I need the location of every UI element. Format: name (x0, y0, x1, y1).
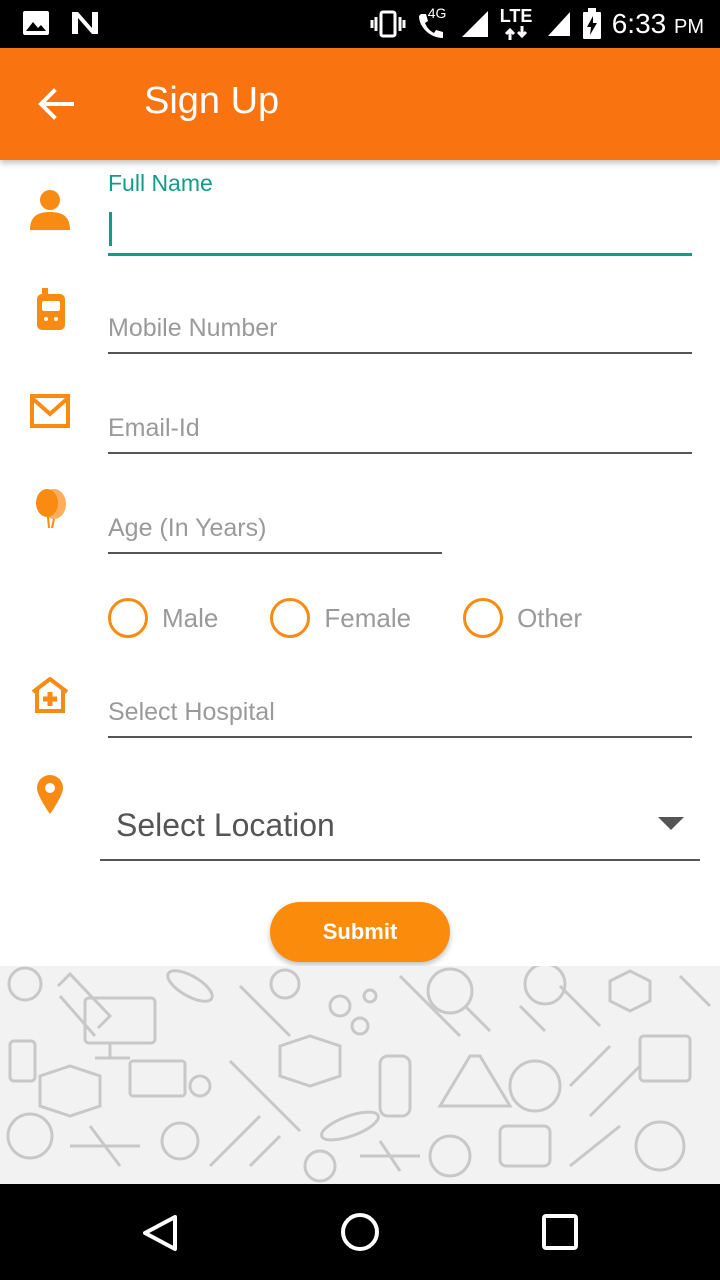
age-input[interactable] (108, 504, 442, 554)
gender-option-female[interactable]: Female (270, 598, 411, 638)
back-triangle-icon[interactable] (142, 1214, 178, 1252)
gender-option-male[interactable]: Male (108, 598, 218, 638)
location-select[interactable]: Select Location (100, 795, 700, 861)
gender-radio-group: Male Female Other (108, 598, 634, 638)
dropdown-arrow-icon (658, 817, 684, 830)
radio-label: Other (517, 602, 583, 633)
status-time: 6:33 PM (612, 8, 704, 40)
n-notification-icon (72, 12, 98, 34)
call-4g-icon: 4G (416, 5, 450, 41)
text-cursor (109, 212, 112, 246)
radio-button[interactable] (270, 598, 311, 638)
status-time-value: 6:33 (611, 8, 667, 39)
back-arrow-icon[interactable] (36, 84, 76, 124)
decorative-medical-pattern (0, 966, 720, 1184)
network-type-label: 4G (427, 5, 447, 21)
person-icon (30, 190, 70, 230)
radio-button[interactable] (463, 598, 504, 638)
full-name-label: Full Name (108, 170, 213, 196)
signal-2-icon (547, 12, 570, 36)
recent-apps-square-icon[interactable] (542, 1214, 578, 1250)
navigation-bar (0, 1184, 720, 1280)
radio-button[interactable] (108, 598, 148, 638)
location-select-value: Select Location (116, 807, 335, 843)
lte-icon: LTE (500, 6, 536, 42)
vibrate-icon (370, 10, 406, 38)
submit-button[interactable]: Submit (270, 902, 450, 962)
hospital-input[interactable] (108, 688, 692, 738)
location-pin-icon (37, 775, 63, 814)
signal-icon (461, 11, 488, 37)
hospital-icon (31, 677, 69, 713)
radio-label: Female (324, 602, 412, 633)
envelope-icon (30, 394, 70, 428)
status-bar: 4G LTE 6:33 PM (0, 0, 720, 48)
battery-charging-icon (582, 8, 601, 39)
page-title: Sign Up (144, 80, 280, 122)
radio-label: Male (162, 602, 219, 633)
mobile-number-input[interactable] (108, 304, 692, 354)
balloons-icon (36, 489, 66, 529)
mobile-phone-icon (37, 288, 65, 330)
email-input[interactable] (108, 404, 692, 454)
medical-doodle-icon (6, 966, 712, 1183)
lte-label: LTE (499, 6, 533, 26)
full-name-input[interactable] (108, 206, 692, 256)
app-bar: Sign Up (0, 48, 720, 160)
status-time-ampm: PM (674, 16, 704, 38)
gender-option-other[interactable]: Other (463, 598, 582, 638)
image-notification-icon (23, 11, 49, 35)
home-circle-icon[interactable] (340, 1212, 380, 1252)
